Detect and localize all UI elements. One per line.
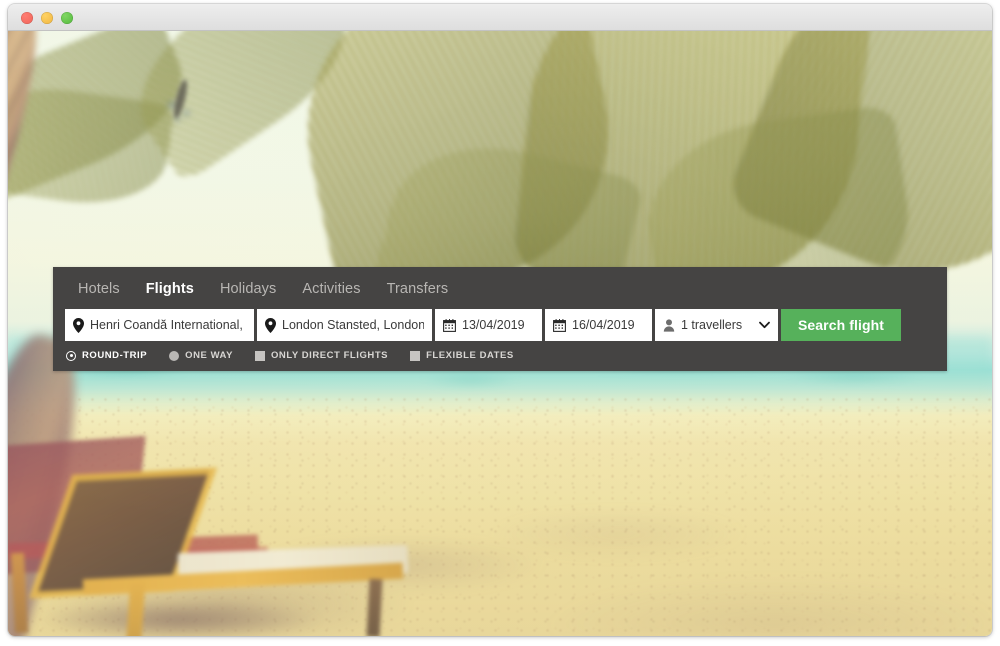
map-pin-icon — [73, 317, 84, 333]
flight-search-panel: Hotels Flights Holidays Activities Trans… — [53, 267, 947, 371]
depart-date-input[interactable]: 13/04/2019 — [435, 309, 542, 341]
radio-one-way-icon[interactable] — [169, 350, 180, 361]
option-round-trip-label: ROUND-TRIP — [82, 350, 148, 361]
option-only-direct-flights[interactable]: ONLY DIRECT FLIGHTS — [254, 350, 389, 361]
search-form-row: Henri Coandă International, B London Sta… — [53, 309, 947, 341]
calendar-icon — [553, 318, 566, 332]
tab-holidays[interactable]: Holidays — [207, 279, 289, 299]
return-date-input[interactable]: 16/04/2019 — [545, 309, 652, 341]
option-flexible-dates[interactable]: FLEXIBLE DATES — [410, 350, 514, 361]
option-flexible-dates-label: FLEXIBLE DATES — [426, 350, 514, 361]
checkbox-only-direct-flights-icon[interactable] — [254, 350, 265, 361]
browser-window: Hotels Flights Holidays Activities Trans… — [8, 4, 992, 636]
person-icon — [663, 318, 675, 332]
origin-input[interactable]: Henri Coandă International, B — [65, 309, 254, 341]
origin-value: Henri Coandă International, B — [90, 318, 246, 332]
depart-date-value: 13/04/2019 — [462, 318, 525, 332]
option-round-trip[interactable]: ROUND-TRIP — [66, 350, 147, 361]
window-titlebar — [8, 4, 992, 31]
checkbox-flexible-dates-icon[interactable] — [410, 350, 421, 361]
window-controls — [21, 12, 73, 24]
page-viewport: Hotels Flights Holidays Activities Trans… — [8, 31, 992, 636]
tab-hotels[interactable]: Hotels — [65, 279, 133, 299]
calendar-icon — [443, 318, 456, 332]
lounger-shadow — [8, 591, 398, 636]
maximize-window-button[interactable] — [61, 12, 73, 24]
search-options-row: ROUND-TRIP ONE WAY ONLY DIRECT FLIGHTS F… — [53, 341, 947, 371]
tab-transfers[interactable]: Transfers — [374, 279, 462, 299]
chevron-down-icon[interactable] — [759, 321, 770, 329]
tab-flights[interactable]: Flights — [133, 279, 207, 299]
option-one-way-label: ONE WAY — [185, 350, 233, 361]
search-flight-button[interactable]: Search flight — [781, 309, 901, 341]
search-tabs: Hotels Flights Holidays Activities Trans… — [53, 267, 947, 309]
minimize-window-button[interactable] — [41, 12, 53, 24]
close-window-button[interactable] — [21, 12, 33, 24]
tab-activities[interactable]: Activities — [289, 279, 373, 299]
travellers-select[interactable]: 1 travellers — [655, 309, 778, 341]
travellers-value: 1 travellers — [681, 318, 743, 332]
return-date-value: 16/04/2019 — [572, 318, 635, 332]
option-one-way[interactable]: ONE WAY — [169, 350, 233, 361]
destination-value: London Stansted, London, Uni — [282, 318, 424, 332]
option-only-direct-flights-label: ONLY DIRECT FLIGHTS — [270, 350, 389, 361]
radio-round-trip-icon[interactable] — [66, 350, 76, 361]
sun-loungers — [8, 431, 458, 636]
map-pin-icon — [265, 317, 276, 333]
destination-input[interactable]: London Stansted, London, Uni — [257, 309, 432, 341]
